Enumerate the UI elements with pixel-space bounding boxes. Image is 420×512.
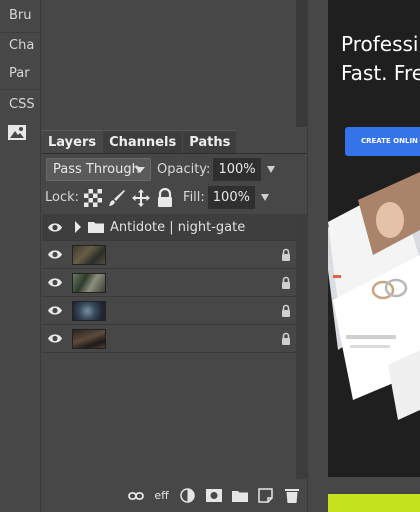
- eye-icon[interactable]: [42, 277, 68, 288]
- brush-panel-area: [42, 0, 307, 127]
- layer-row[interactable]: [42, 325, 296, 353]
- layer-list: Antidote | night-gate: [42, 214, 296, 353]
- lock-icon: [281, 276, 291, 293]
- paragraph-panel-button[interactable]: Par: [0, 59, 40, 89]
- fill-dropdown-icon[interactable]: [260, 194, 269, 201]
- layer-thumbnail: [72, 244, 106, 265]
- layer-row[interactable]: [42, 297, 296, 325]
- tab-divider: [42, 153, 307, 154]
- character-panel-button[interactable]: Cha: [0, 31, 40, 61]
- lock-position-move-icon[interactable]: [131, 188, 151, 208]
- ad-cta-button[interactable]: CREATE ONLIN: [345, 127, 420, 156]
- layer-row[interactable]: [42, 241, 296, 269]
- panel-tabs: Layers Channels Paths: [42, 130, 237, 153]
- lock-pixels-brush-icon[interactable]: [107, 188, 127, 208]
- image-panel-icon[interactable]: [8, 125, 26, 140]
- ad-product-image: [328, 172, 420, 420]
- link-layers-icon[interactable]: [126, 487, 145, 504]
- blend-mode-value: Pass Through: [53, 162, 140, 177]
- delete-layer-trash-icon[interactable]: [282, 487, 301, 504]
- eye-icon[interactable]: [42, 305, 68, 316]
- layer-mask-icon[interactable]: [204, 487, 223, 504]
- blend-mode-select[interactable]: Pass Through: [46, 158, 151, 181]
- fill-label: Fill:: [183, 190, 205, 205]
- layer-effects-button[interactable]: eff: [152, 487, 171, 504]
- layer-thumbnail: [72, 272, 106, 293]
- layer-row[interactable]: [42, 269, 296, 297]
- layers-panel: Layers Channels Paths Pass Through Opaci…: [42, 127, 307, 479]
- layer-group-name: Antidote | night-gate: [110, 219, 246, 235]
- tab-channels[interactable]: Channels: [103, 130, 183, 153]
- panel-gutter: [307, 0, 328, 512]
- css-panel-button[interactable]: CSS: [0, 90, 40, 120]
- lock-icon: [281, 248, 291, 265]
- layer-thumbnail: [72, 328, 106, 349]
- fill-input[interactable]: 100%: [207, 186, 255, 209]
- layers-bottom-toolbar: eff: [42, 479, 307, 512]
- lock-row: Lock: Fill: 100%: [45, 186, 269, 209]
- layers-scrollbar[interactable]: [296, 214, 307, 479]
- lock-icon: [281, 304, 291, 321]
- ad-headline-line2: Fast. Fre: [341, 61, 420, 85]
- collapsed-panel-strip: Bru Cha Par CSS: [0, 0, 41, 512]
- lock-icon: [281, 332, 291, 349]
- layer-thumbnail: [72, 300, 106, 321]
- ad-headline-line1: Professi: [341, 32, 419, 56]
- opacity-input[interactable]: 100%: [213, 158, 261, 181]
- folder-icon: [88, 221, 104, 233]
- eye-icon[interactable]: [42, 249, 68, 260]
- lock-transparency-icon[interactable]: [83, 188, 103, 208]
- upper-panel-scrollbar[interactable]: [296, 0, 307, 127]
- opacity-dropdown-icon[interactable]: [266, 166, 275, 173]
- tab-layers[interactable]: Layers: [42, 130, 103, 153]
- ad-headline: Professi Fast. Fre: [341, 30, 420, 88]
- eye-icon[interactable]: [42, 222, 68, 233]
- layer-group-row[interactable]: Antidote | night-gate: [42, 214, 296, 241]
- brush-panel-button[interactable]: Bru: [0, 1, 40, 31]
- adjustment-layer-icon[interactable]: [178, 487, 197, 504]
- tab-paths[interactable]: Paths: [183, 130, 237, 153]
- opacity-label: Opacity:: [157, 162, 211, 177]
- blend-row: Pass Through Opacity: 100%: [46, 158, 275, 181]
- lock-all-icon[interactable]: [155, 187, 175, 208]
- eye-icon[interactable]: [42, 333, 68, 344]
- chevron-down-icon: [135, 167, 145, 173]
- advertisement[interactable]: Professi Fast. Fre CREATE ONLIN: [328, 0, 420, 477]
- lock-label: Lock:: [45, 190, 80, 205]
- new-group-folder-icon[interactable]: [230, 487, 249, 504]
- expand-triangle-icon[interactable]: [74, 221, 82, 233]
- ad-lime-banner[interactable]: [328, 494, 420, 512]
- new-layer-icon[interactable]: [256, 487, 275, 504]
